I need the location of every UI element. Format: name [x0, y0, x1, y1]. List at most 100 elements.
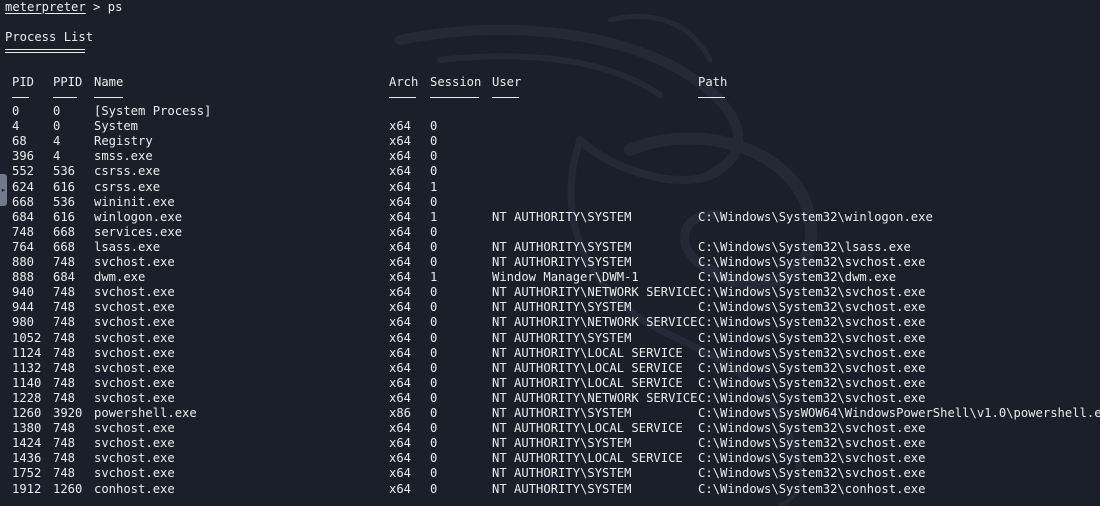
table-row: 1124 748 svchost.exe x64 0 NT AUTHORITY\LOCAL… — [0, 346, 1100, 361]
terminal-window[interactable]: meterpreter > ps Process List PID PPID N… — [0, 0, 1100, 506]
cell-name: svchost.exe — [94, 300, 175, 315]
cell-path: C:\Windows\System32\svchost.exe — [698, 285, 926, 300]
cell-session: 0 — [430, 255, 438, 269]
header-session: Session — [430, 75, 482, 89]
cell-user: NT AUTHORITY\NETWORK SERVICE — [492, 285, 698, 300]
cell-session: 0 — [430, 315, 438, 330]
cell-name: Registry — [94, 134, 153, 149]
cell-session: 0 — [430, 300, 438, 315]
cell-ppid: 748 — [53, 360, 76, 375]
prompt-name: meterpreter — [5, 0, 86, 14]
table-row: 1260 3920 powershell.exe x86 0 NT AUTHORITY\S… — [0, 406, 1100, 421]
cell-ppid: 748 — [53, 421, 76, 436]
prompt-command: > ps — [85, 0, 123, 14]
cell-name: svchost.exe — [94, 390, 175, 405]
header-underline-arch — [389, 97, 416, 98]
cell-user: NT AUTHORITY\SYSTEM — [492, 436, 632, 451]
table-row: 0 0 [System Process] — [0, 104, 1100, 119]
cell-arch: x64 — [389, 330, 412, 345]
cell-arch: x64 — [389, 224, 412, 239]
cell-arch: x64 — [389, 481, 412, 496]
cell-pid: 1124 — [12, 345, 42, 360]
cell-user: NT AUTHORITY\SYSTEM — [492, 300, 632, 315]
cell-session: 0 — [430, 330, 438, 345]
cell-pid: 1380 — [12, 421, 42, 436]
cell-arch: x64 — [389, 436, 412, 451]
cell-arch: x64 — [389, 285, 412, 300]
cell-session: 0 — [430, 436, 438, 451]
expand-tab-icon[interactable]: ▸ — [0, 174, 7, 206]
cell-name: wininit.exe — [94, 194, 175, 209]
cell-path: C:\Windows\System32\svchost.exe — [698, 421, 926, 436]
cell-name: winlogon.exe — [94, 209, 183, 224]
cell-pid: 888 — [12, 270, 35, 285]
cell-session: 0 — [430, 164, 438, 179]
table-row: 1424 748 svchost.exe x64 0 NT AUTHORITY\SYSTE… — [0, 436, 1100, 451]
cell-path: C:\Windows\System32\svchost.exe — [698, 466, 926, 481]
cell-session: 0 — [430, 149, 438, 164]
cell-pid: 940 — [12, 285, 35, 300]
cell-user: NT AUTHORITY\NETWORK SERVICE — [492, 315, 698, 330]
cell-pid: 1436 — [12, 451, 42, 466]
cell-ppid: 0 — [53, 104, 61, 118]
cell-ppid: 748 — [53, 315, 76, 330]
cell-name: svchost.exe — [94, 360, 175, 375]
command-prompt: meterpreter > ps — [5, 0, 122, 15]
table-row: 980 748 svchost.exe x64 0 NT AUTHORITY\NETWOR… — [0, 315, 1100, 330]
cell-user: NT AUTHORITY\SYSTEM — [492, 255, 632, 269]
cell-ppid: 748 — [53, 345, 76, 360]
table-row: 68 4 Registry x64 0 — [0, 134, 1100, 149]
header-path: Path — [698, 75, 728, 89]
cell-ppid: 748 — [53, 390, 76, 405]
header-underline-pid — [12, 97, 29, 98]
cell-session: 0 — [430, 239, 438, 254]
cell-user: NT AUTHORITY\SYSTEM — [492, 406, 632, 420]
cell-pid: 668 — [12, 194, 35, 209]
cell-ppid: 748 — [53, 451, 76, 466]
cell-path: C:\Windows\System32\svchost.exe — [698, 330, 926, 345]
cell-name: dwm.exe — [94, 270, 146, 285]
cell-pid: 4 — [12, 119, 20, 134]
cell-path: C:\Windows\System32\svchost.exe — [698, 375, 926, 390]
cell-ppid: 748 — [53, 466, 76, 481]
cell-session: 0 — [430, 360, 438, 375]
table-row: 880 748 svchost.exe x64 0 NT AUTHORITY\SYSTEM… — [0, 255, 1100, 270]
cell-arch: x64 — [389, 149, 412, 164]
table-row: 552 536 csrss.exe x64 0 — [0, 164, 1100, 179]
cell-name: svchost.exe — [94, 285, 175, 300]
table-row: 940 748 svchost.exe x64 0 NT AUTHORITY\NETWOR… — [0, 285, 1100, 300]
cell-pid: 1052 — [12, 330, 42, 345]
cell-pid: 552 — [12, 164, 35, 179]
cell-arch: x64 — [389, 209, 412, 224]
table-row: 1752 748 svchost.exe x64 0 NT AUTHORITY\SYSTE… — [0, 466, 1100, 481]
cell-pid: 1752 — [12, 466, 42, 481]
cell-session: 0 — [430, 421, 438, 436]
cell-session: 0 — [430, 194, 438, 209]
cell-pid: 684 — [12, 209, 35, 224]
cell-arch: x64 — [389, 239, 412, 254]
cell-ppid: 616 — [53, 209, 76, 224]
cell-pid: 1132 — [12, 360, 42, 375]
cell-path: C:\Windows\System32\svchost.exe — [698, 315, 926, 330]
cell-name: svchost.exe — [94, 451, 175, 466]
cell-pid: 944 — [12, 300, 35, 315]
table-row: 4 0 System x64 0 — [0, 119, 1100, 134]
cell-user: NT AUTHORITY\LOCAL SERVICE — [492, 451, 683, 466]
cell-name: csrss.exe — [94, 164, 161, 179]
cell-pid: 1228 — [12, 390, 42, 405]
table-row: 396 4 smss.exe x64 0 — [0, 149, 1100, 164]
table-row: 764 668 lsass.exe x64 0 NT AUTHORITY\SYSTEM C:… — [0, 240, 1100, 255]
cell-path: C:\Windows\System32\svchost.exe — [698, 300, 926, 315]
cell-arch: x64 — [389, 134, 412, 149]
cell-ppid: 748 — [53, 436, 76, 451]
table-row: 668 536 wininit.exe x64 0 — [0, 195, 1100, 210]
cell-path: C:\Windows\System32\svchost.exe — [698, 345, 926, 360]
cell-name: powershell.exe — [94, 406, 197, 420]
cell-pid: 880 — [12, 255, 35, 269]
cell-path: C:\Windows\System32\dwm.exe — [698, 270, 897, 285]
cell-pid: 748 — [12, 224, 35, 239]
cell-path: C:\Windows\System32\conhost.exe — [698, 481, 926, 496]
cell-session: 1 — [430, 270, 438, 285]
cell-session: 1 — [430, 179, 438, 194]
table-row: 944 748 svchost.exe x64 0 NT AUTHORITY\SYSTEM… — [0, 300, 1100, 315]
